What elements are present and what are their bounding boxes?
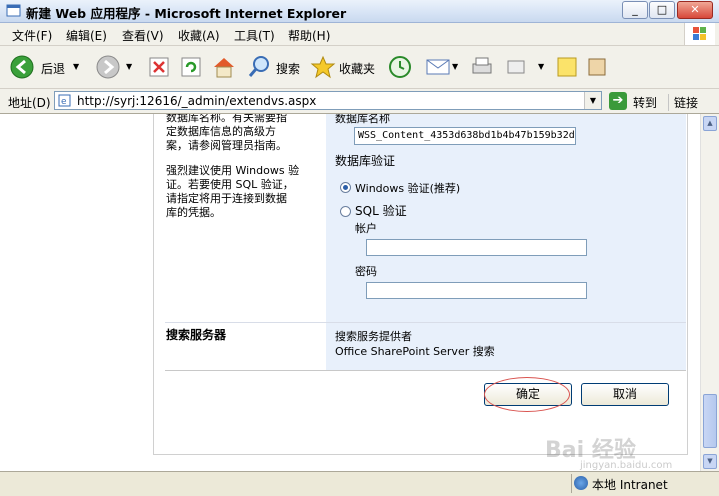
close-button[interactable]: ✕ bbox=[677, 1, 713, 19]
search-provider-label: 搜索服务提供者 bbox=[335, 330, 412, 343]
zone-label: 本地 Intranet bbox=[592, 478, 668, 492]
mail-dropdown-icon[interactable]: ▼ bbox=[452, 62, 458, 71]
favorites-label[interactable]: 收藏夹 bbox=[339, 60, 375, 77]
back-dropdown-icon[interactable]: ▼ bbox=[73, 62, 79, 71]
search-server-heading: 搜索服务器 bbox=[166, 328, 227, 342]
section-divider bbox=[165, 322, 686, 323]
auth-help-text: 强烈建议使用 Windows 验 证。若要使用 SQL 验证， 请指定将用于连接… bbox=[166, 164, 300, 219]
db-help-text: 数据库名称。有关需要指 定数据库信息的高级方 案，请参阅管理员指南。 bbox=[166, 114, 287, 152]
history-icon[interactable] bbox=[387, 55, 413, 79]
windows-auth-radio[interactable] bbox=[340, 182, 351, 193]
address-input[interactable]: e http://syrj:12616/_admin/extendvs.aspx… bbox=[54, 91, 602, 110]
security-zone: 本地 Intranet bbox=[571, 474, 718, 493]
windows-logo-icon bbox=[684, 23, 715, 45]
svg-text:e: e bbox=[61, 97, 67, 107]
forward-icon[interactable] bbox=[96, 55, 122, 79]
menu-help[interactable]: 帮助(H) bbox=[288, 27, 330, 44]
favorites-star-icon[interactable] bbox=[310, 55, 336, 79]
search-icon[interactable] bbox=[247, 55, 273, 79]
password-label: 密码 bbox=[355, 265, 377, 278]
scroll-up-icon[interactable]: ▲ bbox=[703, 116, 717, 131]
back-icon[interactable] bbox=[10, 55, 36, 79]
forward-dropdown-icon[interactable]: ▼ bbox=[126, 62, 132, 71]
links-button[interactable]: 链接 bbox=[668, 94, 698, 111]
windows-auth-label[interactable]: Windows 验证(推荐) bbox=[355, 180, 460, 196]
address-bar: 地址(D) e http://syrj:12616/_admin/extendv… bbox=[0, 89, 719, 114]
edit-dropdown-icon[interactable]: ▼ bbox=[538, 62, 544, 71]
sql-auth-radio[interactable] bbox=[340, 206, 351, 217]
minimize-button[interactable]: _ bbox=[622, 1, 648, 19]
buttons-divider bbox=[165, 370, 686, 371]
password-input[interactable] bbox=[366, 282, 587, 299]
status-bar: 本地 Intranet bbox=[0, 471, 719, 496]
title-bar: 新建 Web 应用程序 - Microsoft Internet Explore… bbox=[0, 0, 719, 23]
back-label[interactable]: 后退 bbox=[41, 60, 65, 77]
address-url[interactable]: http://syrj:12616/_admin/extendvs.aspx bbox=[77, 94, 316, 108]
page-viewport: 数据库名称。有关需要指 定数据库信息的高级方 案，请参阅管理员指南。 强烈建议使… bbox=[0, 114, 700, 471]
window-title: 新建 Web 应用程序 - Microsoft Internet Explore… bbox=[26, 6, 347, 21]
toolbar: 后退 ▼ ▼ 搜索 收藏夹 ▼ ▼ bbox=[0, 46, 719, 89]
account-label: 帐户 bbox=[355, 222, 377, 235]
sql-auth-label[interactable]: SQL 验证 bbox=[355, 202, 407, 219]
go-label[interactable]: 转到 bbox=[633, 94, 673, 111]
cancel-button[interactable]: 取消 bbox=[581, 383, 669, 406]
address-dropdown-icon[interactable]: ▼ bbox=[584, 92, 601, 109]
ok-button[interactable]: 确定 bbox=[484, 383, 572, 406]
db-name-label: 数据库名称 bbox=[335, 114, 390, 125]
menu-file[interactable]: 文件(F) bbox=[12, 27, 52, 44]
menu-view[interactable]: 查看(V) bbox=[122, 27, 164, 44]
menu-bar: 文件(F) 编辑(E) 查看(V) 收藏(A) 工具(T) 帮助(H) bbox=[0, 23, 719, 46]
go-arrow-icon[interactable]: ➔ bbox=[609, 92, 627, 110]
intranet-globe-icon bbox=[574, 476, 588, 490]
scroll-thumb[interactable] bbox=[703, 394, 717, 448]
refresh-icon[interactable] bbox=[180, 55, 202, 79]
menu-favorites[interactable]: 收藏(A) bbox=[178, 27, 220, 44]
menu-edit[interactable]: 编辑(E) bbox=[66, 27, 107, 44]
db-auth-label: 数据库验证 bbox=[335, 154, 396, 168]
scroll-down-icon[interactable]: ▼ bbox=[703, 454, 717, 469]
menu-tools[interactable]: 工具(T) bbox=[234, 27, 275, 44]
vertical-scrollbar[interactable]: ▲ ▼ bbox=[700, 114, 719, 471]
edit-icon[interactable] bbox=[505, 55, 527, 79]
stop-icon[interactable] bbox=[148, 55, 170, 79]
db-name-input[interactable]: WSS_Content_4353d638bd1b4b47b159b32d bbox=[354, 127, 576, 145]
baidu-watermark-url: jingyan.baidu.com bbox=[580, 460, 673, 471]
ie-icon bbox=[6, 4, 21, 17]
print-icon[interactable] bbox=[469, 55, 495, 79]
search-label[interactable]: 搜索 bbox=[276, 60, 300, 77]
messenger-icon[interactable] bbox=[586, 55, 610, 79]
mail-icon[interactable] bbox=[425, 55, 451, 79]
page-icon: e bbox=[58, 94, 71, 107]
address-label: 地址(D) bbox=[8, 96, 51, 110]
account-input[interactable] bbox=[366, 239, 587, 256]
maximize-button[interactable]: □ bbox=[649, 1, 675, 19]
home-icon[interactable] bbox=[211, 55, 237, 79]
discuss-icon[interactable] bbox=[556, 55, 578, 79]
search-provider-value: Office SharePoint Server 搜索 bbox=[335, 345, 495, 358]
